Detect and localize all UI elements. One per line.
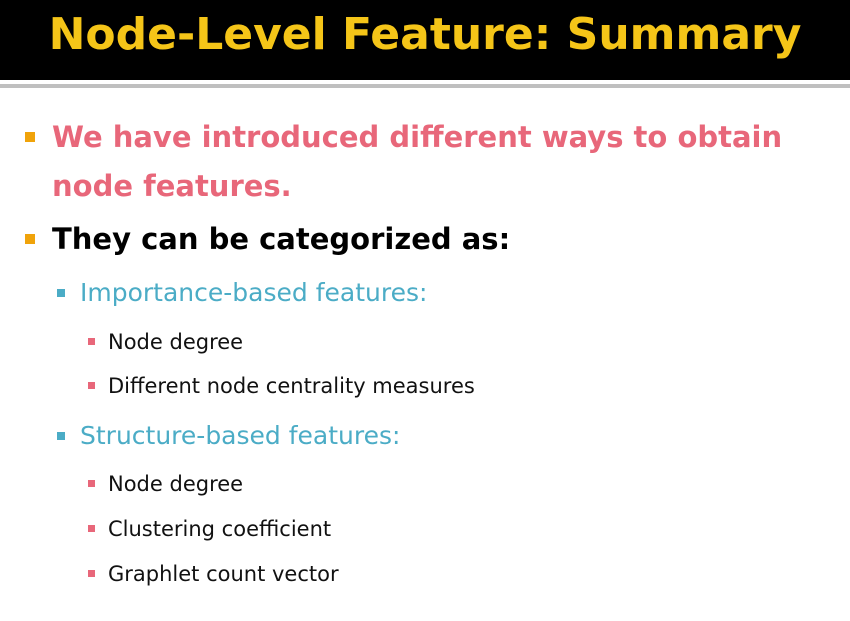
bullet-intro-line2: node features.: [52, 169, 292, 203]
list-item-text: Different node centrality measures: [108, 374, 475, 398]
square-bullet-icon: [25, 234, 35, 244]
square-bullet-icon: [88, 382, 95, 389]
bullet-categorized-text: They can be categorized as:: [52, 222, 511, 256]
group-structure-label: Structure-based features:: [80, 421, 401, 450]
slide: Node-Level Feature: Summary We have intr…: [0, 0, 850, 621]
square-bullet-icon: [57, 289, 65, 297]
square-bullet-icon: [25, 132, 35, 142]
square-bullet-icon: [88, 570, 95, 577]
square-bullet-icon: [88, 525, 95, 532]
square-bullet-icon: [57, 432, 65, 440]
square-bullet-icon: [88, 338, 95, 345]
bullet-intro-line1: We have introduced different ways to obt…: [52, 120, 783, 154]
slide-content: We have introduced different ways to obt…: [0, 0, 850, 621]
group-importance-label: Importance-based features:: [80, 278, 428, 307]
square-bullet-icon: [88, 480, 95, 487]
list-item-text: Clustering coefficient: [108, 517, 332, 541]
list-item-text: Graphlet count vector: [108, 562, 339, 586]
list-item-text: Node degree: [108, 472, 244, 496]
list-item-text: Node degree: [108, 330, 244, 354]
